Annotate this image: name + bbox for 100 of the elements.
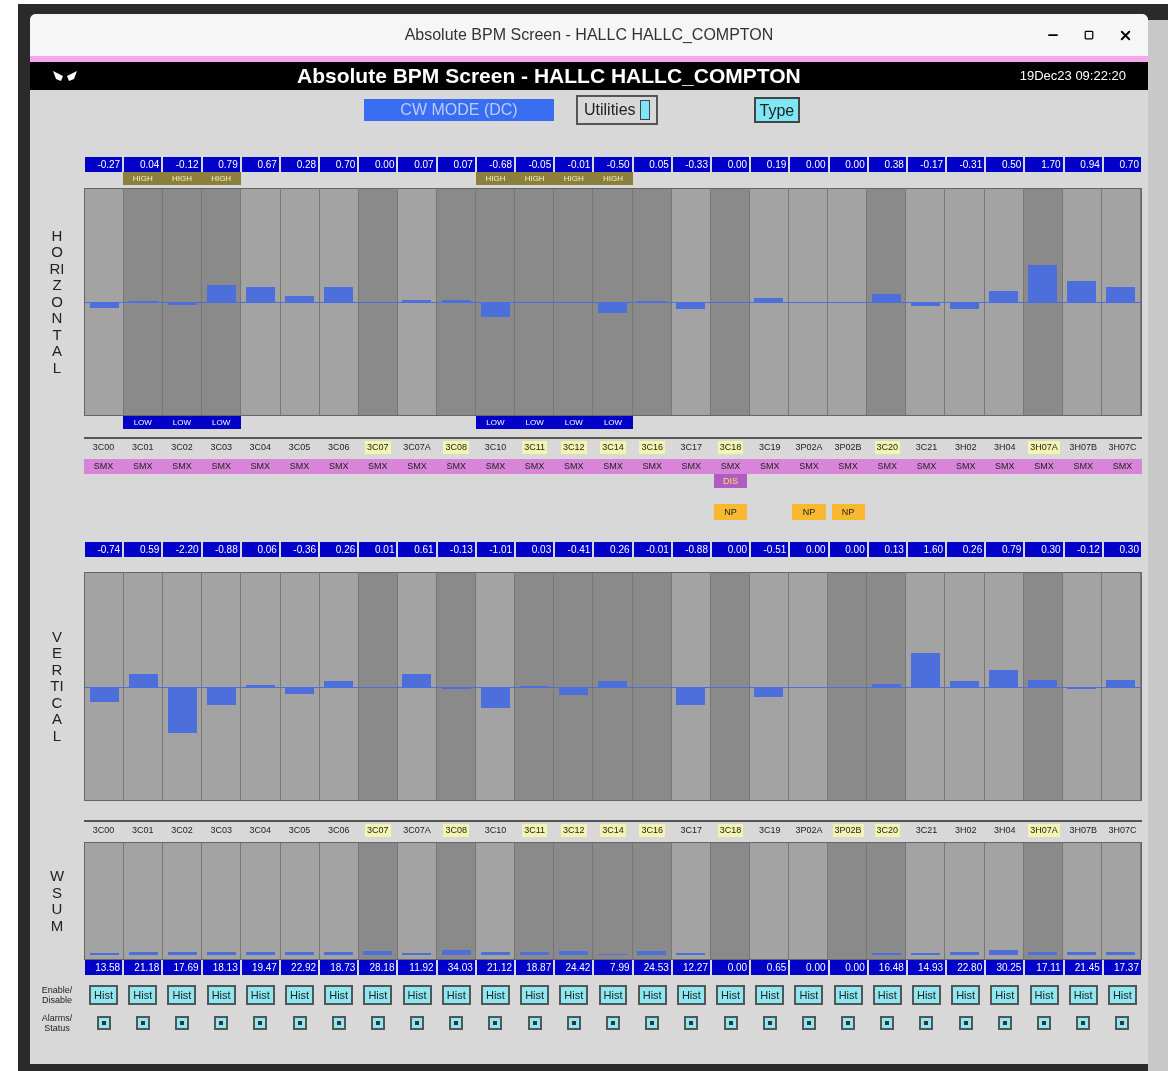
hist-button[interactable]: Hist: [480, 985, 510, 1005]
alarm-status-button[interactable]: [488, 1016, 503, 1030]
alarm-status-button[interactable]: [1076, 1016, 1091, 1030]
window-title: Absolute BPM Screen - HALLC HALLC_COMPTON: [404, 25, 774, 45]
alarm-status-button[interactable]: [762, 1016, 777, 1030]
hist-button[interactable]: Hist: [794, 985, 824, 1005]
value-readout: 0.00: [790, 157, 828, 172]
alarm-status-button[interactable]: [214, 1016, 229, 1030]
status-tag: SMX: [593, 459, 633, 474]
bpm-name: 3C12: [561, 824, 587, 837]
value-bar: [950, 951, 979, 955]
alarm-status-button[interactable]: [449, 1016, 464, 1030]
hist-button[interactable]: Hist: [363, 985, 393, 1005]
bpm-name: 3C19: [757, 441, 782, 454]
alarm-status-button[interactable]: [253, 1016, 268, 1030]
alarm-status-button[interactable]: [410, 1016, 425, 1030]
hist-button[interactable]: Hist: [128, 985, 158, 1005]
value-readout: 17.37: [1103, 960, 1141, 975]
timestamp: 19Dec23 09:22:20: [1019, 67, 1126, 86]
hist-button[interactable]: Hist: [1029, 985, 1059, 1005]
bpm-name: 3H02: [953, 824, 978, 837]
square-icon: [1081, 1021, 1086, 1025]
hist-button[interactable]: Hist: [1107, 985, 1137, 1005]
alarm-status-button[interactable]: [801, 1016, 816, 1030]
value-bar: [246, 287, 275, 302]
alarm-status-button[interactable]: [919, 1016, 934, 1030]
alarm-status-button[interactable]: [958, 1016, 973, 1030]
alarm-status-button[interactable]: [331, 1016, 346, 1030]
value-readout: 0.30: [1025, 542, 1063, 557]
bpm-name: 3H07A: [1028, 824, 1060, 837]
hist-button[interactable]: Hist: [89, 985, 119, 1005]
hist-button[interactable]: Hist: [990, 985, 1020, 1005]
hist-button[interactable]: Hist: [167, 985, 197, 1005]
hist-button[interactable]: Hist: [716, 985, 745, 1005]
status-tag: SMX: [279, 459, 320, 474]
hist-button[interactable]: Hist: [951, 985, 981, 1005]
hist-button[interactable]: Hist: [245, 985, 275, 1005]
wings-logo-icon: [52, 70, 78, 82]
square-icon: [1002, 1021, 1007, 1025]
value-bar: [246, 952, 275, 955]
value-bar: [989, 669, 1019, 687]
hist-button[interactable]: Hist: [598, 985, 628, 1005]
status-tag: SMX: [201, 459, 241, 474]
value-bar: [441, 949, 471, 955]
value-bar: [754, 297, 784, 302]
bpm-name: 3C16: [639, 441, 665, 454]
value-readout: 0.50: [986, 157, 1024, 172]
alarm-status-button[interactable]: [645, 1016, 660, 1030]
utilities-menu-button[interactable]: Utilities: [576, 95, 658, 125]
alarm-status-button[interactable]: [135, 1016, 150, 1030]
hist-button[interactable]: Hist: [872, 985, 902, 1005]
alarm-tag: HIGH: [554, 172, 594, 185]
hist-button[interactable]: Hist: [206, 985, 236, 1005]
alarm-status-button[interactable]: [1115, 1016, 1130, 1030]
square-icon: [767, 1021, 772, 1025]
value-readout: 0.28: [280, 157, 319, 172]
value-bar: [167, 686, 197, 733]
alarm-tag: LOW: [123, 416, 163, 429]
alarm-status-button[interactable]: [1037, 1016, 1052, 1030]
value-bar: [206, 686, 236, 705]
alarm-status-button[interactable]: [370, 1016, 385, 1030]
value-bar: [285, 295, 315, 302]
hist-button[interactable]: Hist: [285, 985, 314, 1005]
hist-button[interactable]: Hist: [324, 985, 354, 1005]
alarm-status-button[interactable]: [292, 1016, 307, 1030]
value-readout: -0.41: [555, 542, 593, 557]
type-button[interactable]: Type: [753, 97, 801, 123]
hist-button[interactable]: Hist: [912, 985, 941, 1005]
alarm-status-button[interactable]: [880, 1016, 895, 1030]
bpm-name: 3C03: [209, 441, 233, 454]
alarm-status-button[interactable]: [684, 1016, 699, 1030]
alarm-tag: HIGH: [475, 172, 516, 185]
value-readout: 16.48: [868, 960, 906, 975]
bpm-name: 3C12: [561, 441, 587, 454]
hist-button[interactable]: Hist: [441, 985, 471, 1005]
alarm-status-button[interactable]: [723, 1016, 738, 1030]
value-bar: [1106, 680, 1136, 687]
alarm-status-button[interactable]: [997, 1016, 1012, 1030]
alarm-status-button[interactable]: [841, 1016, 856, 1030]
square-icon: [493, 1021, 498, 1025]
value-bar: [1028, 680, 1058, 687]
hist-button[interactable]: Hist: [520, 985, 550, 1005]
value-readout: -2.20: [163, 542, 201, 557]
alarm-status-button[interactable]: [566, 1016, 581, 1030]
hist-button[interactable]: Hist: [402, 985, 432, 1005]
value-bar: [1028, 264, 1058, 302]
alarm-status-button[interactable]: [174, 1016, 189, 1030]
hist-button[interactable]: Hist: [1068, 985, 1098, 1005]
hist-button[interactable]: Hist: [637, 985, 667, 1005]
hist-button[interactable]: Hist: [833, 985, 863, 1005]
alarm-status-button[interactable]: [606, 1016, 620, 1030]
value-readout: 18.13: [202, 960, 240, 975]
hist-button[interactable]: Hist: [755, 985, 785, 1005]
value-bar: [989, 950, 1019, 955]
hist-button[interactable]: Hist: [676, 985, 706, 1005]
alarm-status-button[interactable]: [527, 1016, 542, 1030]
hist-button[interactable]: Hist: [559, 985, 589, 1005]
alarm-tag: HIGH: [515, 172, 555, 185]
square-icon: [963, 1021, 968, 1025]
alarm-status-button[interactable]: [96, 1016, 111, 1030]
